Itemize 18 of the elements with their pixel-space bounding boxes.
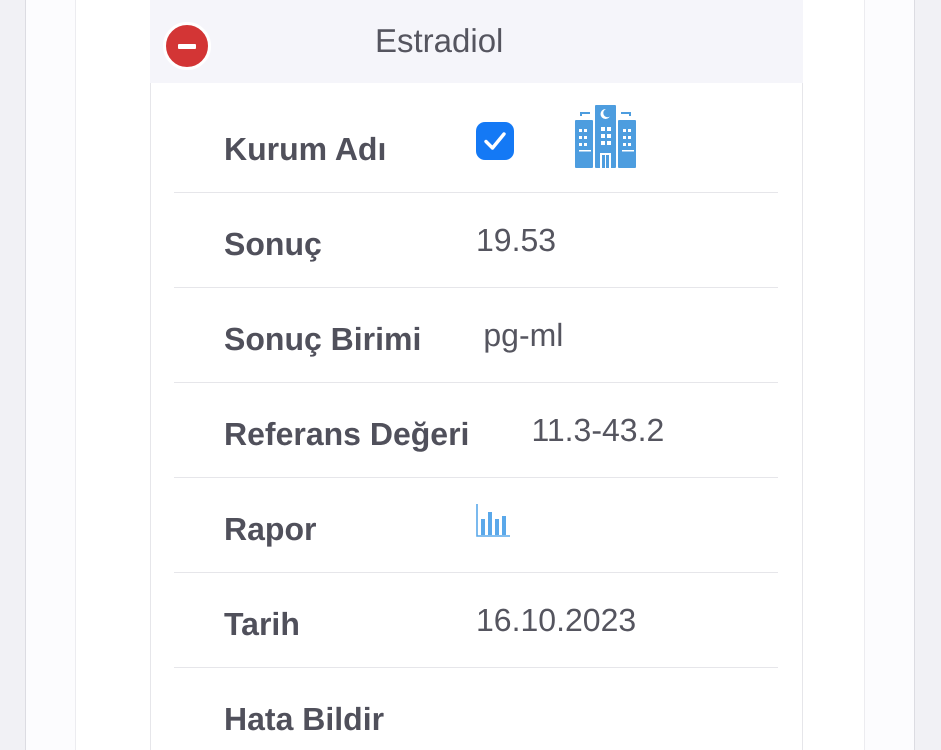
card-title: Estradiol <box>375 22 504 60</box>
field-label: Sonuç Birimi <box>224 320 422 358</box>
minus-icon <box>178 44 196 48</box>
hospital-building-icon <box>574 104 637 168</box>
field-label: Kurum Adı <box>224 130 388 168</box>
bar-chart-icon[interactable] <box>476 504 510 536</box>
field-value: 19.53 <box>476 222 556 258</box>
field-label: Rapor <box>224 510 318 548</box>
field-value: pg-ml <box>483 316 564 354</box>
field-value: 11.3-43.2 <box>531 412 664 448</box>
field-label: Hata Bildir <box>224 700 386 738</box>
field-label: Tarih <box>224 604 301 642</box>
field-value: 16.10.2023 <box>476 602 636 638</box>
field-label: Sonuç <box>224 224 323 262</box>
checkbox[interactable] <box>476 122 514 160</box>
checkmark-icon <box>483 131 507 151</box>
collapse-button[interactable] <box>163 22 211 70</box>
field-label: Referans Değeri <box>224 414 470 452</box>
